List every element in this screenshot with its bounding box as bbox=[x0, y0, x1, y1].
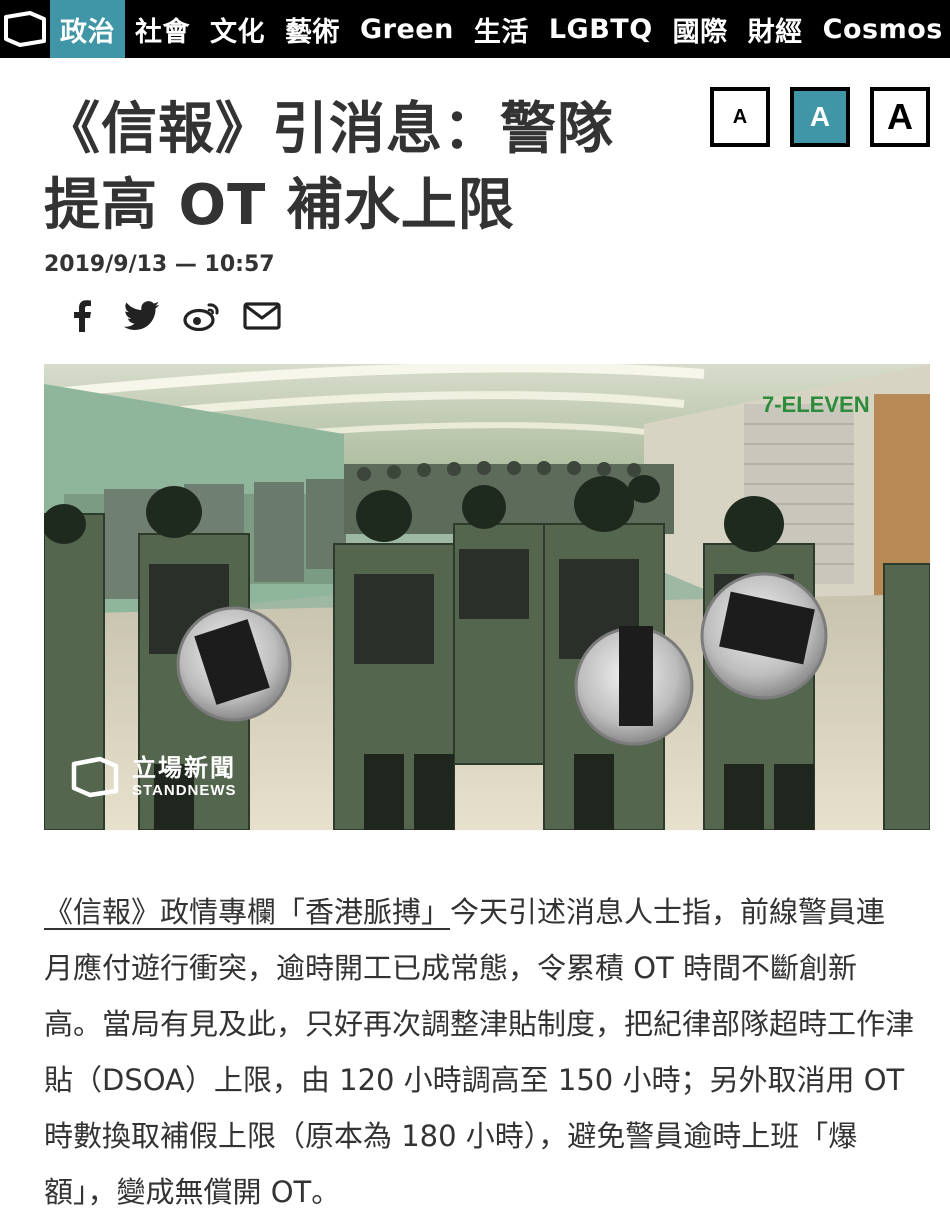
email-icon[interactable] bbox=[242, 296, 282, 336]
article-title-line1: 《信報》引消息：警隊 bbox=[44, 97, 614, 162]
weibo-icon[interactable] bbox=[182, 296, 222, 336]
nav-item-1[interactable]: 社會 bbox=[125, 0, 200, 58]
nav-item-7[interactable]: 國際 bbox=[663, 0, 738, 58]
article-body-text: 今天引述消息人士指，前線警員連月應付遊行衝突，逾時開工已成常態，令累積 OT 時… bbox=[44, 895, 915, 1209]
share-bar bbox=[62, 296, 282, 336]
nav-item-8[interactable]: 財經 bbox=[738, 0, 813, 58]
nav-item-6[interactable]: LGBTQ bbox=[539, 0, 663, 58]
font-size-medium-button[interactable]: A bbox=[790, 87, 850, 147]
article-title-line2: 提高 OT 補水上限 bbox=[44, 173, 515, 238]
photo-watermark: 立場新聞 STANDNEWS bbox=[68, 754, 237, 800]
font-size-large-button[interactable]: A bbox=[870, 87, 930, 147]
article-title: 《信報》引消息：警隊 提高 OT 補水上限 bbox=[44, 92, 684, 244]
nav-item-3[interactable]: 藝術 bbox=[275, 0, 350, 58]
nav-item-5[interactable]: 生活 bbox=[464, 0, 539, 58]
nav-item-0[interactable]: 政治 bbox=[50, 0, 125, 58]
watermark-text-cn: 立場新聞 bbox=[132, 754, 236, 782]
standnews-logo-icon[interactable] bbox=[0, 0, 50, 58]
nav-item-2[interactable]: 文化 bbox=[200, 0, 275, 58]
article-body: 《信報》政情專欄「香港脈搏」今天引述消息人士指，前線警員連月應付遊行衝突，逾時開… bbox=[44, 884, 914, 1216]
facebook-icon[interactable] bbox=[62, 296, 102, 336]
article-photo: 7-ELEVEN 立場新聞 STANDNEWS bbox=[44, 364, 930, 830]
source-link[interactable]: 《信報》政情專欄「香港脈搏」 bbox=[44, 895, 450, 929]
nav-item-4[interactable]: Green bbox=[350, 0, 464, 58]
font-size-small-button[interactable]: A bbox=[710, 87, 770, 147]
nav-item-9[interactable]: Cosmos bbox=[813, 0, 950, 58]
twitter-icon[interactable] bbox=[122, 296, 162, 336]
article-date: 2019/9/13 — 10:57 bbox=[44, 252, 275, 277]
watermark-text-en: STANDNEWS bbox=[132, 782, 237, 799]
top-nav: 政治 社會 文化 藝術 Green 生活 LGBTQ 國際 財經 Cosmos bbox=[0, 0, 950, 58]
store-sign-text: 7-ELEVEN bbox=[762, 392, 870, 417]
nav-menu: 政治 社會 文化 藝術 Green 生活 LGBTQ 國際 財經 Cosmos bbox=[50, 0, 950, 58]
standnews-watermark-icon bbox=[71, 756, 119, 798]
